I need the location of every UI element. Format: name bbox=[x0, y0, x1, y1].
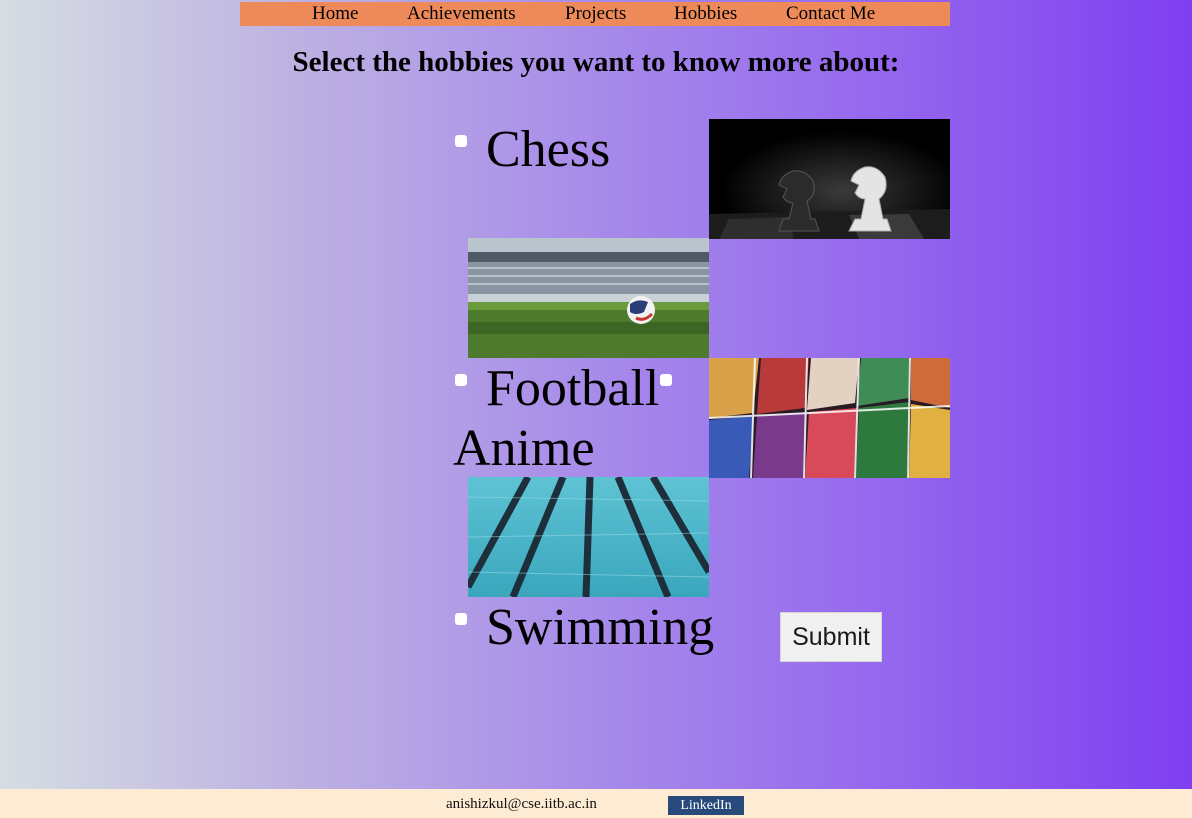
football-checkbox[interactable] bbox=[455, 374, 467, 386]
nav-achievements-link[interactable]: Achievements bbox=[407, 2, 516, 26]
nav-hobbies-link[interactable]: Hobbies bbox=[674, 2, 737, 26]
nav-home-link[interactable]: Home bbox=[312, 2, 358, 26]
swimming-photo bbox=[468, 477, 709, 597]
linkedin-button[interactable]: LinkedIn bbox=[668, 796, 744, 815]
anime-label: Anime bbox=[453, 420, 595, 477]
chess-label: Chess bbox=[486, 121, 611, 178]
nav-projects-link[interactable]: Projects bbox=[565, 2, 626, 26]
top-nav: Home Achievements Projects Hobbies Conta… bbox=[240, 2, 950, 26]
nav-contact-link[interactable]: Contact Me bbox=[786, 2, 875, 26]
chess-photo bbox=[709, 119, 950, 239]
submit-button[interactable]: Submit bbox=[780, 612, 882, 662]
footer-email[interactable]: anishizkul@cse.iitb.ac.in bbox=[446, 796, 597, 813]
anime-photo bbox=[709, 358, 950, 478]
anime-checkbox[interactable] bbox=[660, 374, 672, 386]
football-label: Football bbox=[486, 360, 660, 417]
page-heading: Select the hobbies you want to know more… bbox=[292, 46, 900, 78]
chess-checkbox[interactable] bbox=[455, 135, 467, 147]
football-photo bbox=[468, 238, 709, 358]
swimming-label: Swimming bbox=[486, 599, 715, 656]
swimming-checkbox[interactable] bbox=[455, 613, 467, 625]
footer: anishizkul@cse.iitb.ac.in LinkedIn bbox=[0, 789, 1192, 818]
